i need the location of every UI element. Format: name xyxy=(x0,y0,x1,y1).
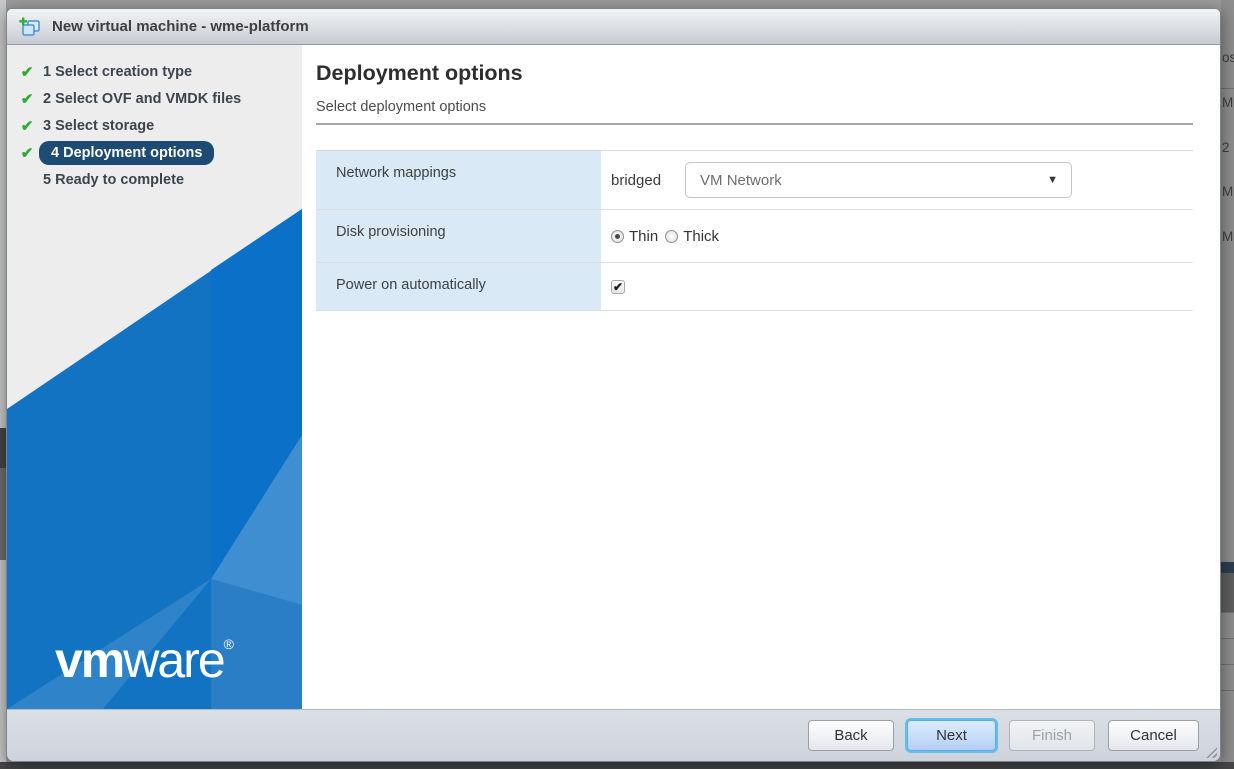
vmware-logo: vmware® xyxy=(55,632,234,688)
step-label: 2 Select OVF and VMDK files xyxy=(43,90,242,107)
backdrop-text-fragment: M xyxy=(1222,184,1234,199)
step-label: 5 Ready to complete xyxy=(43,171,185,188)
disk-provisioning-label: Disk provisioning xyxy=(316,210,603,262)
registered-mark: ® xyxy=(223,636,234,652)
step-done-check-icon: ✔ xyxy=(20,90,34,108)
step-label: 3 Select storage xyxy=(43,117,155,134)
backdrop-right-edge: os M 2 M M xyxy=(1221,0,1234,769)
step-done-check-icon: ✔ xyxy=(20,117,34,135)
backdrop-text-fragment: M xyxy=(1222,229,1234,244)
thick-radio-label[interactable]: Thick xyxy=(683,228,719,245)
network-mappings-row: Network mappings bridged VM Network ▼ xyxy=(316,151,1193,210)
network-mappings-label: Network mappings xyxy=(316,151,603,209)
back-button[interactable]: Back xyxy=(808,720,894,751)
step-done-check-icon: ✔ xyxy=(20,63,34,81)
disk-provisioning-row: Disk provisioning Thin Thick xyxy=(316,210,1193,263)
wizard-steps-sidebar: ✔ 1 Select creation type ✔ 2 Select OVF … xyxy=(7,45,302,709)
page-title: Deployment options xyxy=(316,61,523,85)
power-on-checkbox[interactable]: ✔ xyxy=(611,279,625,294)
step-deployment-options[interactable]: ✔ 4 Deployment options xyxy=(7,139,302,166)
step-ready-to-complete[interactable]: 5 Ready to complete xyxy=(7,166,302,193)
power-on-label: Power on automatically xyxy=(316,263,603,310)
step-select-ovf-vmdk[interactable]: ✔ 2 Select OVF and VMDK files xyxy=(7,85,302,112)
wizard-page-content: Deployment options Select deployment opt… xyxy=(302,45,1220,709)
deployment-options-table: Network mappings bridged VM Network ▼ Di… xyxy=(316,150,1193,311)
checkbox-check-icon: ✔ xyxy=(612,279,624,294)
new-vm-icon: ✚ xyxy=(19,17,40,36)
page-subtitle: Select deployment options xyxy=(316,99,487,115)
step-select-storage[interactable]: ✔ 3 Select storage xyxy=(7,112,302,139)
network-select-value: VM Network xyxy=(700,171,782,189)
dialog-titlebar[interactable]: ✚ New virtual machine - wme-platform xyxy=(7,9,1220,45)
cancel-button[interactable]: Cancel xyxy=(1108,720,1199,751)
backdrop-text-fragment: M xyxy=(1222,95,1234,110)
thick-radio[interactable] xyxy=(665,229,679,243)
finish-button: Finish xyxy=(1009,720,1095,751)
dialog-title: New virtual machine - wme-platform xyxy=(52,18,309,35)
step-done-check-icon: ✔ xyxy=(20,144,34,162)
step-label: 4 Deployment options xyxy=(39,140,215,165)
header-divider xyxy=(316,123,1193,125)
wizard-footer: Back Next Finish Cancel xyxy=(7,709,1220,761)
plus-icon: ✚ xyxy=(19,17,28,28)
steps-list: ✔ 1 Select creation type ✔ 2 Select OVF … xyxy=(7,45,302,193)
power-on-row: Power on automatically ✔ xyxy=(316,263,1193,311)
backdrop-bottom-edge xyxy=(0,762,1234,769)
backdrop-text-fragment: os xyxy=(1222,50,1234,65)
step-select-creation-type[interactable]: ✔ 1 Select creation type xyxy=(7,58,302,85)
network-select[interactable]: VM Network ▼ xyxy=(685,162,1073,198)
chevron-down-icon: ▼ xyxy=(1047,174,1059,186)
step-label: 1 Select creation type xyxy=(43,63,193,80)
backdrop-text-fragment: 2 xyxy=(1222,140,1230,155)
next-button[interactable]: Next xyxy=(907,720,996,751)
new-vm-wizard-dialog: ✚ New virtual machine - wme-platform ✔ 1… xyxy=(6,8,1221,762)
thin-radio[interactable] xyxy=(611,229,624,243)
thin-radio-label[interactable]: Thin xyxy=(629,228,658,245)
resize-grip[interactable] xyxy=(1206,747,1217,758)
network-key-label: bridged xyxy=(611,171,662,189)
